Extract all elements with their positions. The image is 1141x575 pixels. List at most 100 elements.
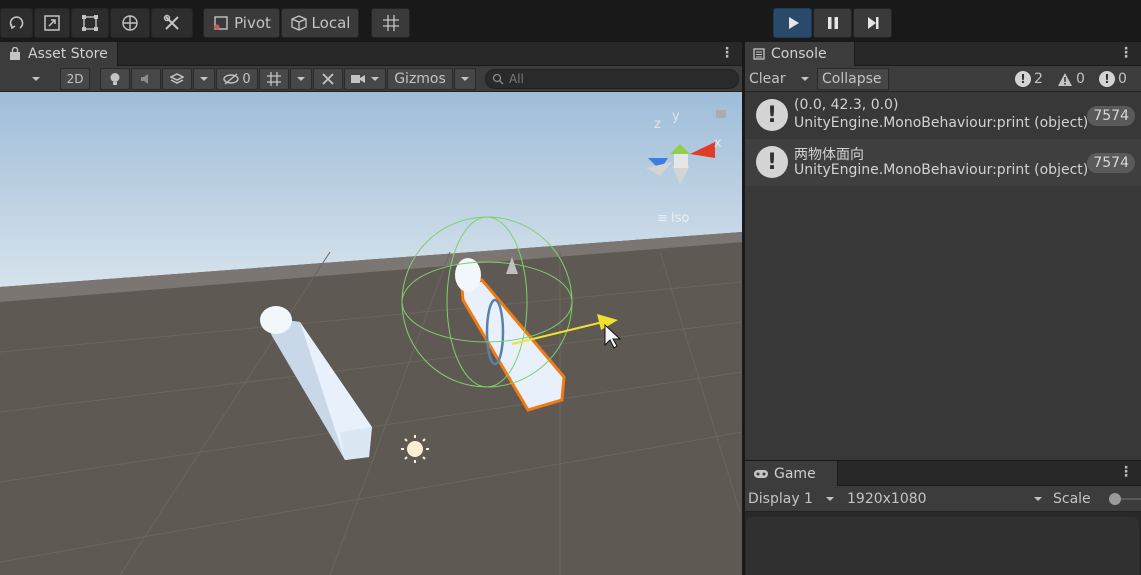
main-toolbar: Pivot Local [0, 4, 1141, 42]
game-menu-kebab-icon[interactable]: ⋮ [1119, 464, 1133, 480]
log-count-badge: 7574 [1087, 106, 1135, 126]
gizmo-center-cube[interactable] [674, 154, 688, 168]
rotate-icon [9, 16, 23, 30]
gizmos-dropdown[interactable] [454, 68, 476, 90]
local-toggle[interactable]: Local [281, 8, 359, 38]
warning-filter-toggle[interactable]: 0 [1057, 68, 1095, 90]
draw-mode-dropdown[interactable] [22, 68, 50, 90]
scale-control[interactable]: Scale [1053, 488, 1141, 510]
shopping-bag-icon [10, 47, 20, 60]
game-panel-header: Game ⋮ [745, 461, 1141, 486]
scene-search-input[interactable]: All [485, 69, 739, 89]
tools-icon [322, 73, 334, 85]
asset-store-label: Asset Store [28, 46, 108, 62]
play-button[interactable] [773, 8, 812, 38]
game-panel-body [745, 512, 1141, 575]
grid-toggle[interactable] [259, 68, 289, 90]
clear-options-dropdown[interactable] [795, 68, 815, 90]
pause-button[interactable] [813, 8, 852, 38]
scene-menu-kebab-icon[interactable]: ⋮ [720, 45, 734, 61]
grid-snap-button[interactable] [371, 8, 410, 38]
scale-icon [44, 15, 60, 31]
layers-icon [170, 73, 184, 84]
transform-icon [122, 15, 138, 31]
grid-dropdown[interactable] [290, 68, 312, 90]
scale-label: Scale [1053, 491, 1091, 507]
chevron-down-icon [461, 77, 469, 81]
scene-panel-header: Asset Store ⋮ [0, 42, 742, 66]
console-panel-header: Console ⋮ [745, 42, 1141, 66]
chevron-down-icon [297, 77, 305, 81]
console-toolbar: Clear Collapse ! 2 0 ! 0 [745, 66, 1141, 92]
iso-text: Iso [671, 211, 690, 226]
clear-button[interactable]: Clear [749, 68, 791, 90]
iso-label[interactable]: ≡ Iso [657, 211, 690, 226]
log-stacktrace: UnityEngine.MonoBehaviour:print (object) [794, 162, 1089, 178]
info-filter-toggle[interactable]: ! 0 [1099, 68, 1137, 90]
gizmos-label: Gizmos [394, 71, 446, 87]
log-message: (0.0, 42.3, 0.0) [794, 97, 899, 113]
rect-tool-button[interactable] [71, 8, 109, 38]
pivot-toggle[interactable]: Pivot [203, 8, 280, 38]
grid-icon [267, 72, 281, 86]
toggle-2d-button[interactable]: 2D [60, 68, 90, 90]
scale-tool-button[interactable] [34, 8, 70, 38]
console-log-list[interactable]: ! (0.0, 42.3, 0.0) UnityEngine.MonoBehav… [745, 92, 1141, 460]
scale-slider-handle[interactable] [1109, 493, 1121, 505]
scene-canvas[interactable]: y x z ≡ Iso [0, 92, 742, 575]
error-icon: ! [1015, 71, 1031, 87]
effects-dropdown[interactable] [193, 68, 215, 90]
effects-toggle[interactable] [162, 68, 192, 90]
search-placeholder: All [509, 72, 524, 86]
local-label: Local [311, 14, 351, 32]
display-dropdown[interactable]: Display 1 [748, 488, 842, 510]
error-filter-toggle[interactable]: ! 2 [1015, 68, 1053, 90]
log-entry[interactable]: ! 两物体面向 UnityEngine.MonoBehaviour:print … [745, 139, 1141, 186]
console-list-icon [753, 48, 765, 60]
gizmos-button[interactable]: Gizmos [387, 68, 453, 90]
audio-toggle[interactable] [131, 68, 161, 90]
gizmo-lock-icon[interactable] [716, 110, 726, 118]
log-error-icon: ! [756, 146, 788, 178]
gizmo-label-y: y [672, 109, 680, 124]
game-view[interactable] [746, 517, 1139, 575]
mode-2d-label: 2D [66, 72, 84, 86]
custom-tool-button[interactable] [151, 8, 193, 38]
pivot-label: Pivot [234, 14, 271, 32]
tools-icon [163, 14, 179, 30]
log-entry[interactable]: ! (0.0, 42.3, 0.0) UnityEngine.MonoBehav… [745, 92, 1141, 139]
hidden-objects-toggle[interactable]: 0 [216, 68, 258, 90]
console-menu-kebab-icon[interactable]: ⋮ [1119, 45, 1133, 61]
search-icon [492, 73, 504, 85]
gamepad-icon [754, 469, 768, 478]
scene-viewport[interactable]: y x z ≡ Iso [0, 92, 742, 575]
rect-transform-icon [82, 15, 98, 31]
display-label: Display 1 [748, 491, 813, 507]
resolution-dropdown[interactable]: 1920x1080 [847, 488, 1043, 510]
warning-count: 0 [1076, 71, 1085, 87]
warning-icon [1058, 72, 1072, 86]
pivot-icon [214, 16, 228, 30]
gizmo-label-x: x [714, 136, 722, 151]
transform-tool-button[interactable] [110, 8, 150, 38]
play-icon [788, 17, 799, 29]
tab-game[interactable]: Game [745, 461, 838, 486]
tab-asset-store[interactable]: Asset Store [0, 42, 118, 66]
log-error-icon: ! [756, 99, 788, 131]
collapse-label: Collapse [822, 71, 882, 87]
info-count: 0 [1118, 71, 1127, 87]
collapse-toggle[interactable]: Collapse [817, 68, 889, 90]
grid-snap-icon [382, 15, 399, 31]
rotate-tool-button[interactable] [0, 8, 33, 38]
camera-icon [351, 75, 365, 83]
hidden-count: 0 [242, 71, 251, 87]
step-button[interactable] [853, 8, 892, 38]
gizmo-label-z: z [654, 117, 661, 132]
camera-settings-button[interactable] [344, 68, 386, 90]
lightbulb-icon [110, 73, 120, 85]
log-stacktrace: UnityEngine.MonoBehaviour:print (object) [794, 115, 1089, 131]
tab-console[interactable]: Console [745, 42, 855, 66]
game-tab-label: Game [774, 465, 816, 482]
scene-tools-button[interactable] [313, 68, 343, 90]
lighting-toggle[interactable] [100, 68, 130, 90]
